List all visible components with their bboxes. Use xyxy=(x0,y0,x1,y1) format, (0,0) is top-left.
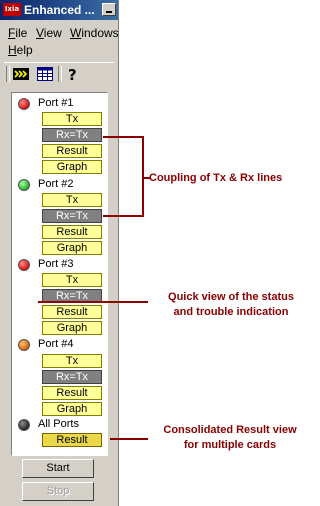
coupling-annotation: Coupling of Tx & Rx lines xyxy=(149,172,283,184)
quick-view-annotation-line1: Quick view of the status xyxy=(168,291,294,303)
consolidated-annotation-line1: Consolidated Result view xyxy=(163,424,297,436)
coupling-bracket xyxy=(103,136,144,217)
consolidated-annotation-line2: for multiple cards xyxy=(183,439,277,451)
quick-view-annotation-line2: and trouble indication xyxy=(173,306,289,318)
